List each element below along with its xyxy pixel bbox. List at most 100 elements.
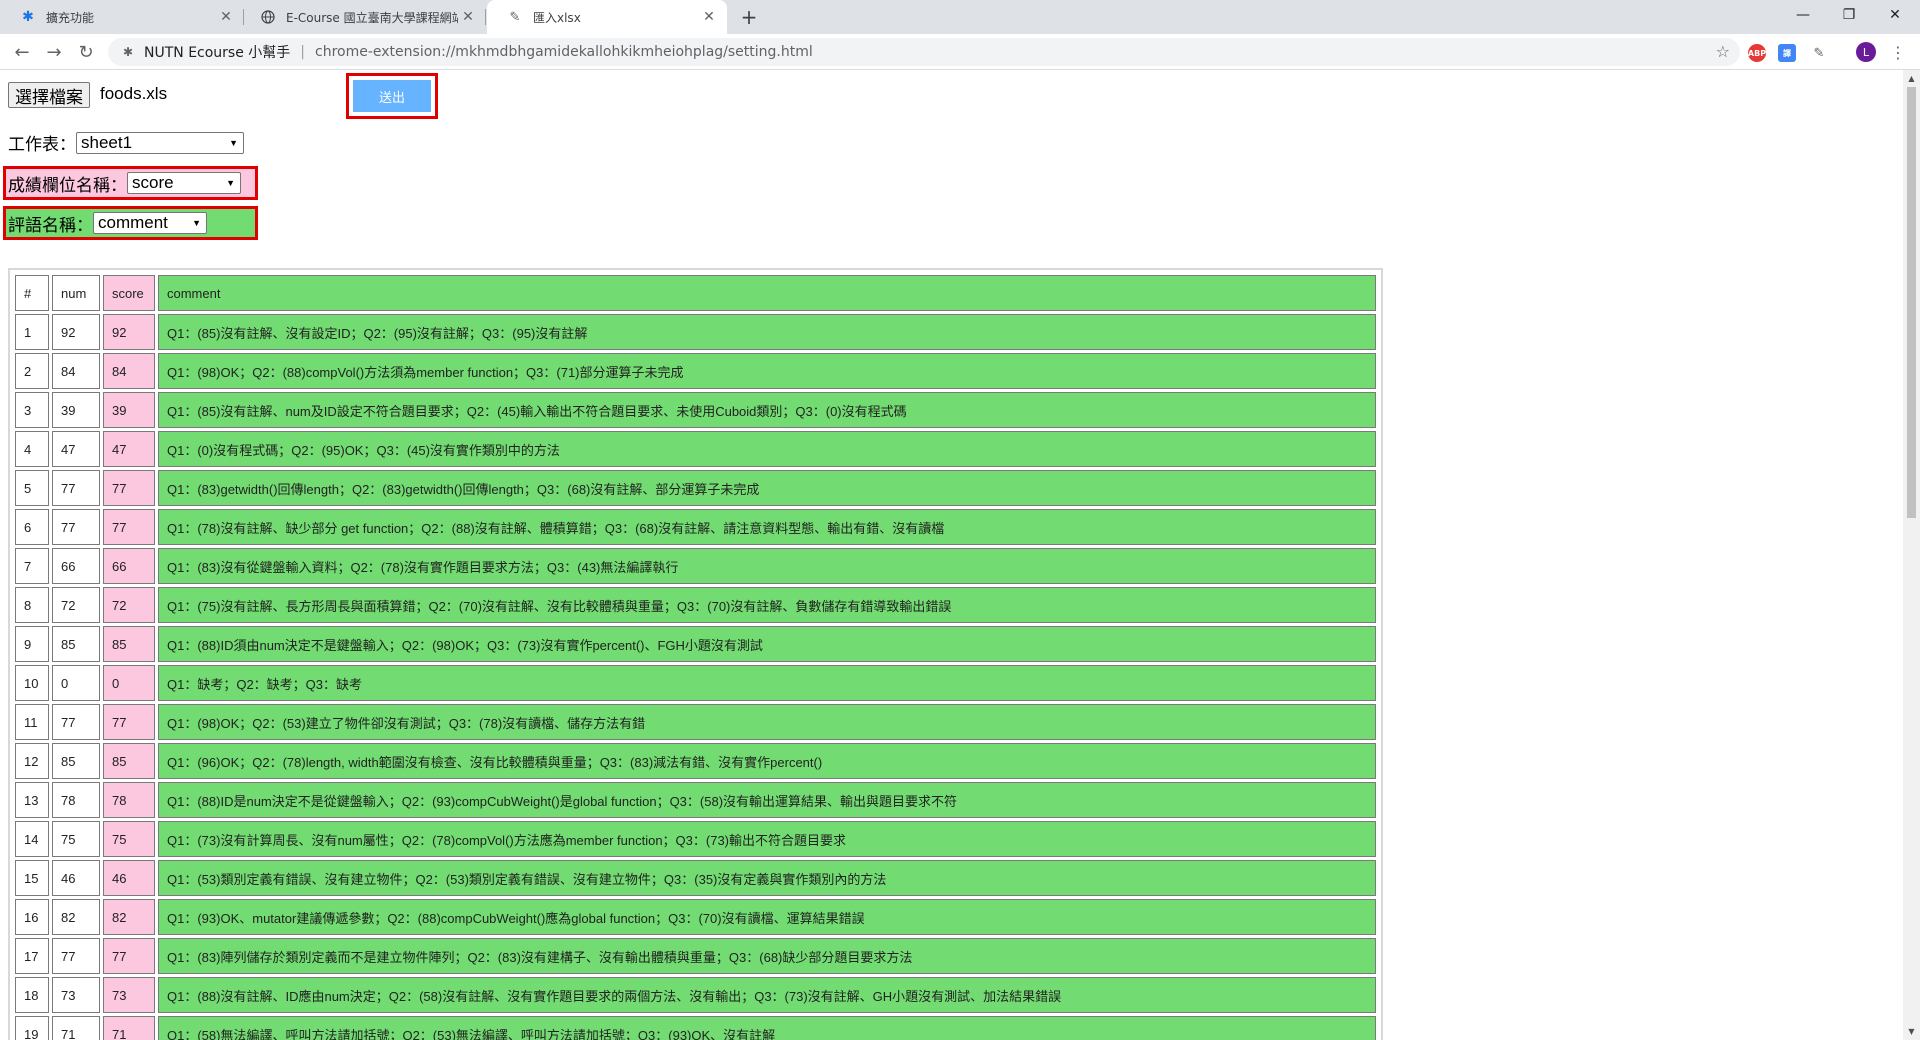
tab-ecourse[interactable]: E-Course 國立臺南大學課程網站 ✕	[244, 0, 486, 34]
restore-button[interactable]: ❐	[1826, 0, 1872, 30]
scroll-down-icon[interactable]: ▼	[1903, 1023, 1920, 1040]
cell-num: 47	[52, 431, 100, 467]
comment-field-label: 評語名稱：	[8, 215, 93, 235]
divider: |	[300, 44, 306, 60]
header-cell-index: #	[15, 275, 49, 311]
tab-extensions[interactable]: ✱ 擴充功能 ✕	[0, 0, 244, 34]
table-row: 14 75 75 Q1：(73)沒有計算周長、沒有num屬性；Q2：(78)compV…	[15, 821, 1376, 857]
cell-comment: Q1：(0)沒有程式碼；Q2：(95)OK；Q3：(45)沒有實作類別中的方法	[158, 431, 1376, 467]
table-row: 10 0 0 Q1：缺考；Q2：缺考；Q3：缺考	[15, 665, 1376, 701]
worksheet-row: 工作表： sheet1 ▼	[8, 130, 244, 155]
puzzle-icon: ✱	[22, 9, 34, 25]
submit-highlight: 送出	[346, 73, 438, 119]
file-name: foods.xls	[100, 84, 168, 103]
address-bar[interactable]: ✱ NUTN Ecourse 小幫手 | chrome-extension://…	[108, 38, 1740, 66]
header-cell-num: num	[52, 275, 100, 311]
score-field-label: 成績欄位名稱：	[8, 175, 127, 195]
cell-score: 92	[103, 314, 155, 350]
cell-comment: Q1：(88)沒有註解、ID應由num決定；Q2：(58)沒有註解、沒有實作題目…	[158, 977, 1376, 1013]
cell-num: 77	[52, 938, 100, 974]
tab-strip: ✱ 擴充功能 ✕ E-Course 國立臺南大學課程網站 ✕ ✎ 匯入xlsx …	[0, 0, 1920, 34]
vertical-scrollbar[interactable]: ▲ ▼	[1903, 70, 1920, 1040]
cell-index: 12	[15, 743, 49, 779]
cell-comment: Q1：(85)沒有註解、沒有設定ID；Q2：(95)沒有註解；Q3：(95)沒有…	[158, 314, 1376, 350]
kebab-menu-icon[interactable]: ⋮	[1890, 42, 1906, 62]
cell-score: 77	[103, 509, 155, 545]
tab-title: 匯入xlsx	[533, 10, 581, 25]
new-tab-button[interactable]: +	[737, 5, 761, 29]
back-icon[interactable]: ←	[8, 38, 36, 66]
cell-score: 84	[103, 353, 155, 389]
globe-icon	[260, 9, 276, 25]
worksheet-select[interactable]: sheet1 ▼	[76, 131, 244, 154]
tab-import-xlsx[interactable]: ✎ 匯入xlsx ✕	[487, 0, 727, 34]
cell-index: 19	[15, 1016, 49, 1040]
cell-score: 77	[103, 704, 155, 740]
cell-index: 3	[15, 392, 49, 428]
adblock-icon[interactable]: ABP	[1748, 44, 1766, 62]
scroll-up-icon[interactable]: ▲	[1903, 70, 1920, 87]
cell-comment: Q1：(53)類別定義有錯誤、沒有建立物件；Q2：(53)類別定義有錯誤、沒有建…	[158, 860, 1376, 896]
url-text: chrome-extension://mkhmdbhgamidekallohki…	[315, 44, 813, 60]
forward-icon[interactable]: →	[40, 38, 68, 66]
cell-index: 9	[15, 626, 49, 662]
cell-comment: Q1：(88)ID是num決定不是從鍵盤輸入；Q2：(93)compCubWei…	[158, 782, 1376, 818]
scrollbar-thumb[interactable]	[1907, 87, 1916, 518]
submit-button[interactable]: 送出	[352, 79, 432, 113]
cell-index: 7	[15, 548, 49, 584]
choose-file-button[interactable]: 選擇檔案	[8, 82, 90, 108]
cell-num: 78	[52, 782, 100, 818]
chevron-down-icon: ▼	[226, 178, 235, 188]
cell-num: 72	[52, 587, 100, 623]
cell-index: 15	[15, 860, 49, 896]
score-field-row: 成績欄位名稱： score ▼	[6, 169, 255, 197]
cell-comment: Q1：(98)OK；Q2：(88)compVol()方法須為member fun…	[158, 353, 1376, 389]
cell-num: 77	[52, 470, 100, 506]
cell-comment: Q1：(78)沒有註解、缺少部分 get function；Q2：(88)沒有註…	[158, 509, 1376, 545]
chat-icon[interactable]: ✎	[1810, 44, 1828, 62]
comment-field-select[interactable]: comment ▼	[93, 212, 207, 234]
close-icon[interactable]: ✕	[216, 7, 236, 27]
table-row: 2 84 84 Q1：(98)OK；Q2：(88)compVol()方法須為membe…	[15, 353, 1376, 389]
avatar[interactable]: L	[1856, 42, 1876, 62]
page-content: 選擇檔案 foods.xls 送出 工作表： sheet1 ▼ 成績欄位名稱： …	[0, 70, 1903, 1040]
cell-num: 71	[52, 1016, 100, 1040]
table-row: 12 85 85 Q1：(96)OK；Q2：(78)length, width範圍沒有…	[15, 743, 1376, 779]
close-icon[interactable]: ✕	[458, 7, 478, 27]
comment-field-value: comment	[98, 213, 168, 232]
table-row: 17 77 77 Q1：(83)陣列儲存於類別定義而不是建立物件陣列；Q2：(83)沒…	[15, 938, 1376, 974]
worksheet-value: sheet1	[81, 132, 133, 152]
cell-comment: Q1：(75)沒有註解、長方形周長與面積算錯；Q2：(70)沒有註解、沒有比較體…	[158, 587, 1376, 623]
table-row: 7 66 66 Q1：(83)沒有從鍵盤輸入資料；Q2：(78)沒有實作題目要求方法；…	[15, 548, 1376, 584]
cell-num: 92	[52, 314, 100, 350]
cell-score: 66	[103, 548, 155, 584]
cell-num: 85	[52, 743, 100, 779]
cell-comment: Q1：(83)getwidth()回傳length；Q2：(83)getwidt…	[158, 470, 1376, 506]
cell-comment: Q1：(88)ID須由num決定不是鍵盤輸入；Q2：(98)OK；Q3：(73)…	[158, 626, 1376, 662]
close-icon[interactable]: ✕	[699, 7, 719, 27]
cell-index: 13	[15, 782, 49, 818]
cell-comment: Q1：(93)OK、mutator建議傳遞參數；Q2：(88)compCubWe…	[158, 899, 1376, 935]
cell-score: 75	[103, 821, 155, 857]
translate-icon[interactable]: 譯	[1778, 44, 1796, 62]
table-row: 1 92 92 Q1：(85)沒有註解、沒有設定ID；Q2：(95)沒有註解；Q3：(…	[15, 314, 1376, 350]
cell-num: 75	[52, 821, 100, 857]
cell-score: 47	[103, 431, 155, 467]
table-row: 3 39 39 Q1：(85)沒有註解、num及ID設定不符合題目要求；Q2：(45)…	[15, 392, 1376, 428]
tab-title: E-Course 國立臺南大學課程網站	[286, 10, 458, 25]
bookmark-star-icon[interactable]: ☆	[1716, 42, 1730, 61]
cell-index: 5	[15, 470, 49, 506]
worksheet-label: 工作表：	[8, 135, 76, 154]
cell-comment: Q1：(85)沒有註解、num及ID設定不符合題目要求；Q2：(45)輸入輸出不…	[158, 392, 1376, 428]
cell-num: 77	[52, 509, 100, 545]
minimize-button[interactable]: —	[1780, 0, 1826, 30]
cell-score: 77	[103, 938, 155, 974]
cell-score: 46	[103, 860, 155, 896]
reload-icon[interactable]: ↻	[72, 38, 100, 66]
table-row: 19 71 71 Q1：(58)無法編譯、呼叫方法請加括號；Q2：(53)無法編譯、呼…	[15, 1016, 1376, 1040]
cell-num: 46	[52, 860, 100, 896]
cell-score: 85	[103, 626, 155, 662]
table-row: 9 85 85 Q1：(88)ID須由num決定不是鍵盤輸入；Q2：(98)OK；Q3…	[15, 626, 1376, 662]
window-close-button[interactable]: ✕	[1872, 0, 1918, 30]
score-field-select[interactable]: score ▼	[127, 172, 241, 194]
